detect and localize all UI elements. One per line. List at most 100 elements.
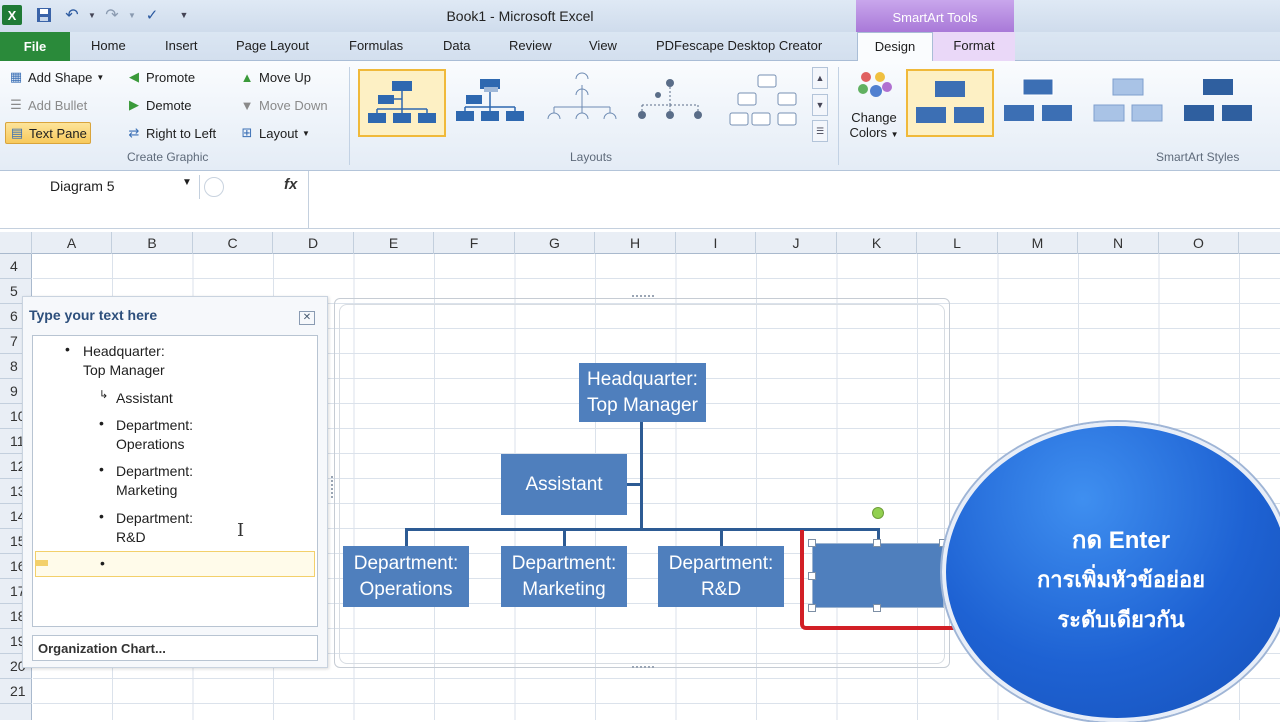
move-up-arrow-icon: ▲ — [240, 69, 254, 85]
text-pane-title: Type your text here — [29, 307, 158, 323]
layout-hierarchy[interactable] — [722, 69, 810, 137]
column-header[interactable]: D — [273, 232, 354, 254]
column-header[interactable]: F — [434, 232, 515, 254]
frame-handle-top[interactable] — [632, 295, 654, 301]
formula-bar-handle-icon[interactable] — [204, 177, 224, 197]
chevron-down-icon: ▼ — [302, 128, 310, 138]
tab-insert[interactable]: Insert — [165, 38, 198, 53]
column-header[interactable]: O — [1159, 232, 1239, 254]
callout-line-2: การเพิ่มหัวข้อย่อย — [1036, 567, 1206, 592]
layout-half-circle-org-chart[interactable] — [540, 69, 628, 137]
group-divider — [838, 67, 839, 165]
add-shape-button[interactable]: ▦ Add Shape ▼ — [8, 66, 104, 88]
tab-review[interactable]: Review — [509, 38, 552, 53]
frame-handle-left[interactable] — [331, 476, 337, 498]
smartart-text-pane: Type your text here ✕ • Headquarter: Top… — [22, 296, 328, 668]
text-pane-list[interactable]: • Headquarter: Top Manager ↳ Assistant •… — [32, 335, 318, 627]
column-header[interactable]: K — [837, 232, 917, 254]
tab-formulas[interactable]: Formulas — [349, 38, 403, 53]
right-to-left-button[interactable]: ⇄ Right to Left — [126, 122, 217, 144]
connector-line — [627, 483, 641, 486]
insert-function-button[interactable]: fx — [284, 176, 297, 193]
demote-button[interactable]: ▶ Demote — [126, 94, 192, 116]
org-node-marketing[interactable]: Department: Marketing — [501, 546, 627, 607]
tab-page-layout[interactable]: Page Layout — [236, 38, 309, 53]
style-simple-fill-selected[interactable] — [906, 69, 994, 137]
promote-arrow-icon: ◀ — [129, 69, 139, 84]
column-header[interactable]: G — [515, 232, 595, 254]
list-item-active[interactable]: • — [35, 551, 315, 577]
add-shape-icon: ▦ — [9, 69, 23, 84]
frame-handle-bottom[interactable] — [632, 666, 654, 672]
tab-pdfescape[interactable]: PDFescape Desktop Creator — [656, 38, 822, 53]
style-white-outline[interactable] — [996, 69, 1084, 137]
smartart-styles-group-label: SmartArt Styles — [1156, 150, 1240, 164]
demote-arrow-icon: ▶ — [129, 97, 139, 112]
promote-button[interactable]: ◀ Promote — [126, 66, 195, 88]
style-subtle-effect[interactable] — [1086, 69, 1174, 137]
list-item[interactable]: Department: Operations — [116, 416, 193, 454]
formula-bar: Diagram 5 ▼ fx — [0, 171, 1280, 229]
layout-button[interactable]: ⊞ Layout ▼ — [239, 122, 310, 144]
column-header[interactable]: L — [917, 232, 998, 254]
column-header[interactable]: I — [676, 232, 756, 254]
move-down-arrow-icon: ▼ — [240, 97, 254, 113]
smartart-tools-label: SmartArt Tools — [856, 0, 1014, 32]
layout-org-chart-selected[interactable] — [358, 69, 446, 137]
connector-line — [720, 528, 723, 546]
tab-design[interactable]: Design — [857, 32, 933, 62]
right-to-left-icon: ⇄ — [128, 125, 140, 140]
tab-home[interactable]: Home — [91, 38, 126, 53]
chevron-down-icon[interactable]: ▼ — [182, 177, 192, 188]
formula-input[interactable] — [308, 171, 1280, 228]
text-cursor-icon: I — [237, 520, 245, 541]
layout-icon: ⊞ — [241, 125, 253, 140]
text-pane-button[interactable]: ▤ Text Pane — [5, 122, 91, 144]
bullet-icon: • — [100, 555, 105, 571]
column-header[interactable]: C — [193, 232, 273, 254]
row-header[interactable]: 21 — [0, 679, 32, 704]
tab-format[interactable]: Format — [933, 32, 1015, 61]
org-node-rnd[interactable]: Department: R&D — [658, 546, 784, 607]
rotate-handle[interactable] — [872, 507, 884, 519]
layout-name-title-org-chart[interactable] — [448, 69, 536, 137]
list-item[interactable]: Department: R&D — [116, 509, 193, 547]
column-header[interactable]: H — [595, 232, 676, 254]
column-header[interactable]: E — [354, 232, 434, 254]
add-bullet-button[interactable]: ☰ Add Bullet — [8, 94, 87, 116]
style-moderate-effect[interactable] — [1176, 69, 1264, 137]
move-down-button[interactable]: ▼ Move Down — [239, 94, 328, 116]
column-header[interactable]: A — [32, 232, 112, 254]
org-node-assistant[interactable]: Assistant — [501, 454, 627, 515]
list-item[interactable]: Headquarter: Top Manager — [83, 342, 165, 380]
tab-file[interactable]: File — [0, 32, 70, 61]
tab-data[interactable]: Data — [443, 38, 470, 53]
name-box[interactable]: Diagram 5 — [0, 175, 200, 199]
highlight-annotation — [800, 530, 960, 630]
active-line-marker — [36, 560, 48, 566]
text-pane-footer-link[interactable]: Organization Chart... — [32, 635, 318, 661]
row-header[interactable]: 4 — [0, 254, 32, 279]
column-header[interactable]: J — [756, 232, 837, 254]
column-header[interactable]: B — [112, 232, 193, 254]
bullet-icon: • — [99, 415, 104, 431]
move-up-button[interactable]: ▲ Move Up — [239, 66, 311, 88]
layouts-scroll-down-icon[interactable]: ▼ — [812, 94, 828, 116]
change-colors-button[interactable]: Change Colors ▼ — [846, 69, 902, 149]
list-item[interactable]: Assistant — [116, 389, 173, 408]
column-header[interactable]: M — [998, 232, 1078, 254]
list-item[interactable]: Department: Marketing — [116, 462, 193, 500]
layouts-scroll-up-icon[interactable]: ▲ — [812, 67, 828, 89]
layout-circle-picture-hierarchy[interactable] — [628, 69, 716, 137]
layouts-group-label: Layouts — [570, 150, 613, 164]
column-headers: A B C D E F G H I J K L M N O — [0, 232, 1280, 254]
tab-view[interactable]: View — [589, 38, 617, 53]
org-node-operations[interactable]: Department: Operations — [343, 546, 469, 607]
chevron-down-icon: ▼ — [96, 72, 105, 82]
column-header[interactable]: N — [1078, 232, 1159, 254]
close-icon[interactable]: ✕ — [299, 311, 315, 325]
layouts-more-icon[interactable]: ☰ — [812, 120, 828, 142]
title-bar: X ↶ ▼ ↷ ▼ ✓ ▼ Book1 - Microsoft Excel Sm… — [0, 0, 1280, 32]
select-all-corner[interactable] — [0, 232, 32, 254]
org-node-top-manager[interactable]: Headquarter: Top Manager — [579, 363, 706, 422]
